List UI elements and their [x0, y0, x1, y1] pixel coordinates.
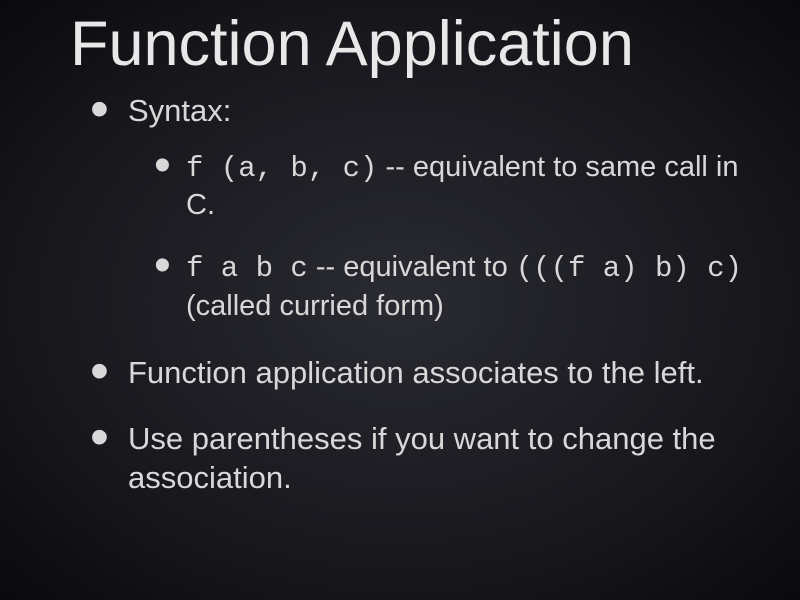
- body-text: -- equivalent to: [308, 251, 516, 283]
- bullet-text: Syntax:: [128, 93, 231, 128]
- sub-bullet-list: f (a, b, c) -- equivalent to same call i…: [128, 149, 750, 326]
- bullet-text: Use parentheses if you want to change th…: [128, 421, 716, 495]
- bullet-text: Function application associates to the l…: [128, 355, 704, 390]
- sub-bullet-tuple-form: f (a, b, c) -- equivalent to same call i…: [162, 149, 750, 225]
- bullet-associativity: Function application associates to the l…: [100, 354, 750, 393]
- code-text: (((f a) b) c): [516, 252, 742, 285]
- slide: Function Application Syntax: f (a, b, c)…: [0, 0, 800, 556]
- code-text: f a b c: [186, 252, 308, 285]
- bullet-parentheses: Use parentheses if you want to change th…: [100, 420, 750, 498]
- bullet-list: Syntax: f (a, b, c) -- equivalent to sam…: [70, 92, 750, 498]
- body-text: (called curried form): [186, 290, 444, 322]
- slide-title: Function Application: [70, 8, 750, 80]
- code-text: f (a, b, c): [186, 152, 377, 185]
- bullet-syntax: Syntax: f (a, b, c) -- equivalent to sam…: [100, 92, 750, 326]
- sub-bullet-curried-form: f a b c -- equivalent to (((f a) b) c) (…: [162, 249, 750, 325]
